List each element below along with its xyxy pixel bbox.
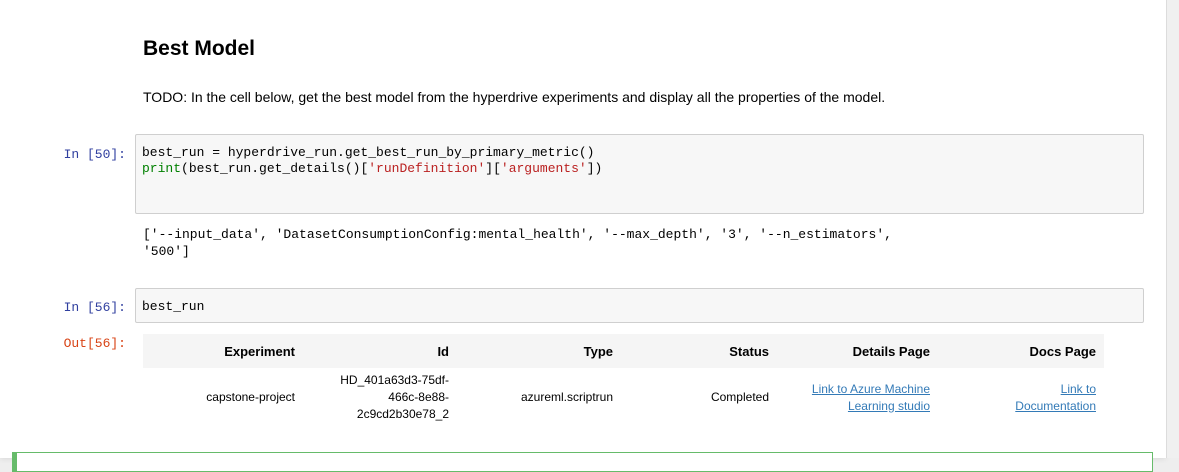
- code-input-area[interactable]: best_run: [135, 288, 1144, 323]
- run-details-table: Experiment Id Type Status Details Page D…: [143, 334, 1104, 427]
- cell-docs-page: Link to Documentation: [938, 368, 1104, 427]
- table-header-row: Experiment Id Type Status Details Page D…: [143, 334, 1104, 368]
- input-prompt-50: In [50]:: [63, 147, 126, 162]
- markdown-heading: Best Model: [143, 37, 256, 60]
- header-type: Type: [583, 343, 613, 359]
- scrollbar[interactable]: [1166, 0, 1179, 458]
- code-line-1: best_run: [142, 299, 205, 314]
- link-text: Documentation: [1015, 398, 1096, 413]
- cell-status: Completed: [710, 390, 769, 404]
- input-prompt-56: In [56]:: [63, 300, 126, 315]
- cell-type: azureml.scriptrun: [520, 390, 613, 404]
- output-line-2: '500']: [143, 244, 190, 259]
- header-details-page: Details Page: [852, 343, 930, 359]
- string-literal: 'runDefinition': [368, 161, 486, 176]
- header-experiment: Experiment: [224, 343, 295, 359]
- code-segment: ][: [485, 161, 501, 176]
- azure-studio-link[interactable]: Link to Azure Machine Learning studio: [812, 382, 930, 413]
- code-line-1: best_run = hyperdrive_run.get_best_run_b…: [142, 145, 595, 160]
- table-row: capstone-project HD_401a63d3-75df- 466c-8…: [143, 368, 1104, 427]
- output-prompt-56: Out[56]:: [63, 336, 126, 351]
- output-line-1: ['--input_data', 'DatasetConsumptionConf…: [143, 227, 892, 242]
- header-id: Id: [437, 343, 449, 359]
- code-input-area[interactable]: best_run = hyperdrive_run.get_best_run_b…: [135, 134, 1144, 214]
- cell-output-text: ['--input_data', 'DatasetConsumptionConf…: [143, 226, 892, 260]
- code-editor[interactable]: best_run = hyperdrive_run.get_best_run_b…: [142, 145, 602, 177]
- id-part: HD_401a63d3-75df-: [340, 373, 449, 387]
- link-text: Link to: [1060, 381, 1096, 396]
- cell-id: HD_401a63d3-75df- 466c-8e88- 2c9cd2b30e78_…: [303, 368, 457, 427]
- cell-details-page: Link to Azure Machine Learning studio: [777, 368, 938, 427]
- header-status: Status: [729, 343, 769, 359]
- header-docs-page: Docs Page: [1029, 343, 1096, 359]
- code-segment: (best_run.get_details()[: [181, 161, 369, 176]
- id-part: 466c-8e88-: [388, 390, 449, 404]
- string-literal: 'arguments': [500, 161, 587, 176]
- documentation-link[interactable]: Link to Documentation: [1015, 382, 1096, 413]
- print-keyword: print: [142, 161, 182, 176]
- id-part: 2c9cd2b30e78_2: [356, 407, 449, 421]
- code-segment: ]): [586, 161, 603, 176]
- link-text: Learning studio: [847, 398, 930, 413]
- notebook-container: Best Model TODO: In the cell below, get …: [0, 0, 1166, 472]
- selected-cell[interactable]: [12, 452, 1153, 472]
- link-text: Link to Azure Machine: [811, 381, 930, 396]
- markdown-text: TODO: In the cell below, get the best mo…: [143, 89, 886, 105]
- cell-experiment: capstone-project: [206, 390, 295, 404]
- code-editor[interactable]: best_run: [142, 299, 204, 315]
